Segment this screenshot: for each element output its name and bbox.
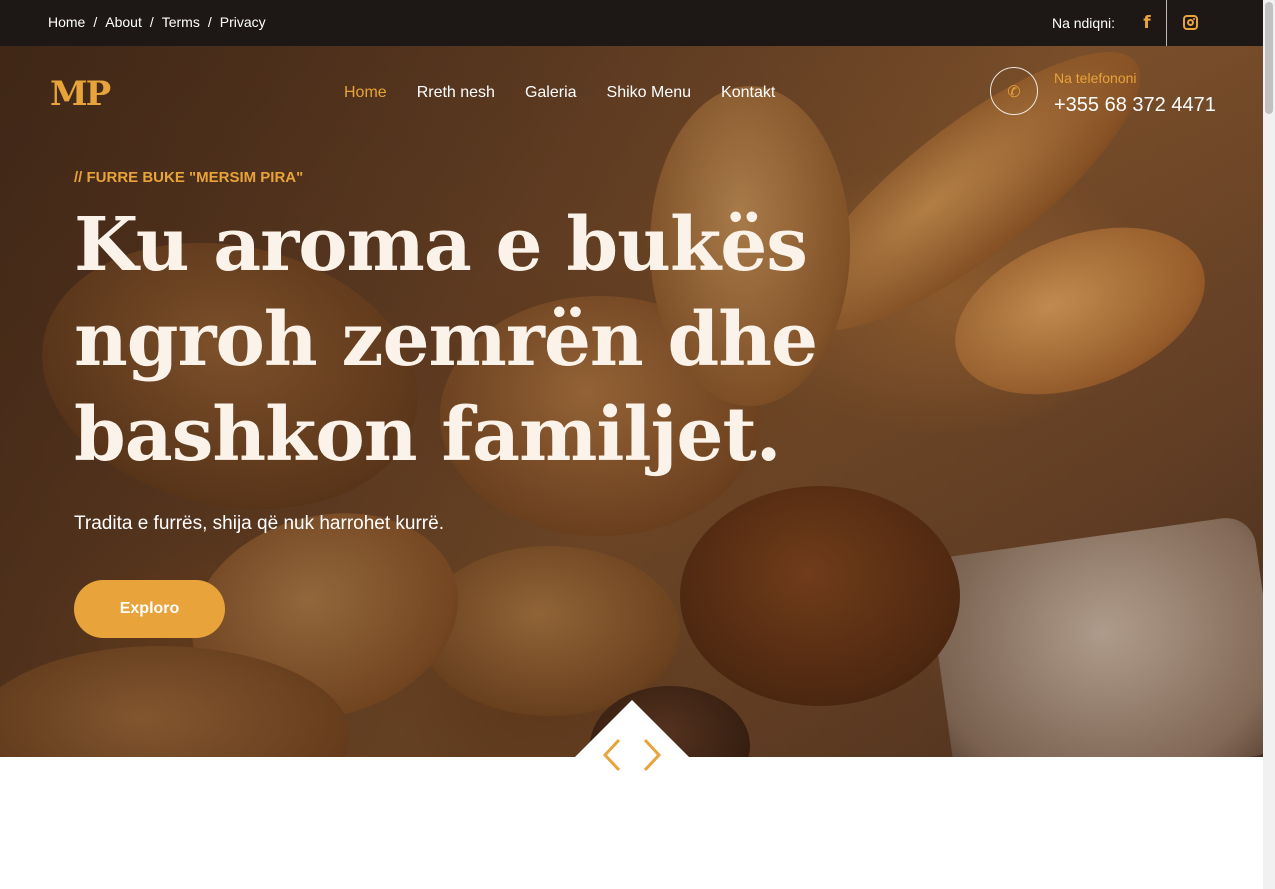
chevron-left-icon[interactable] <box>601 738 623 772</box>
hero-headline-line: bashkon familjet. <box>74 392 781 478</box>
chevron-right-icon[interactable] <box>641 738 663 772</box>
hero-section: MP Home Rreth nesh Galeria Shiko Menu Ko… <box>0 46 1263 757</box>
follow-us-label: Na ndiqni: <box>1051 15 1115 31</box>
hero-headline: Ku aroma e bukës ngroh zemrën dhe bashko… <box>74 198 834 483</box>
breadcrumb-about-link[interactable]: About <box>105 14 142 30</box>
breadcrumb-terms-link[interactable]: Terms <box>162 14 200 30</box>
breadcrumb: Home / About / Terms / Privacy <box>48 14 266 30</box>
phone-number[interactable]: +355 68 372 4471 <box>1054 94 1216 117</box>
main-nav: Home Rreth nesh Galeria Shiko Menu Konta… <box>344 84 775 102</box>
breadcrumb-separator: / <box>93 14 98 30</box>
phone-icon[interactable]: ✆ <box>990 67 1038 115</box>
content-section <box>0 757 1263 889</box>
hero-headline-line: ngroh zemrën dhe <box>74 297 818 383</box>
explore-button[interactable]: Exploro <box>74 580 225 638</box>
breadcrumb-privacy-link[interactable]: Privacy <box>220 14 266 30</box>
breadcrumb-home-link[interactable]: Home <box>48 14 85 30</box>
scrollbar-thumb[interactable] <box>1265 2 1273 114</box>
slider-nav-tab <box>575 700 689 757</box>
facebook-icon[interactable]: f <box>1128 0 1166 46</box>
site-logo[interactable]: MP <box>50 74 111 114</box>
hero-kicker: // FURRE BUKE "MERSIM PIRA" <box>74 169 304 186</box>
nav-item-menu[interactable]: Shiko Menu <box>607 84 692 102</box>
hero-headline-line: Ku aroma e bukës <box>74 202 808 288</box>
nav-item-home[interactable]: Home <box>344 84 387 102</box>
nav-item-gallery[interactable]: Galeria <box>525 84 577 102</box>
phone-label: Na telefononi <box>1054 70 1137 86</box>
nav-item-about[interactable]: Rreth nesh <box>417 84 495 102</box>
breadcrumb-separator: / <box>149 14 154 30</box>
hero-subtitle: Tradita e furrës, shija që nuk harrohet … <box>74 513 444 534</box>
nav-item-contact[interactable]: Kontakt <box>721 84 775 102</box>
top-bar: Home / About / Terms / Privacy Na ndiqni: f <box>0 0 1263 46</box>
social-divider <box>1166 0 1167 46</box>
page-scrollbar[interactable] <box>1263 0 1275 889</box>
instagram-icon[interactable] <box>1183 15 1198 30</box>
breadcrumb-separator: / <box>207 14 212 30</box>
